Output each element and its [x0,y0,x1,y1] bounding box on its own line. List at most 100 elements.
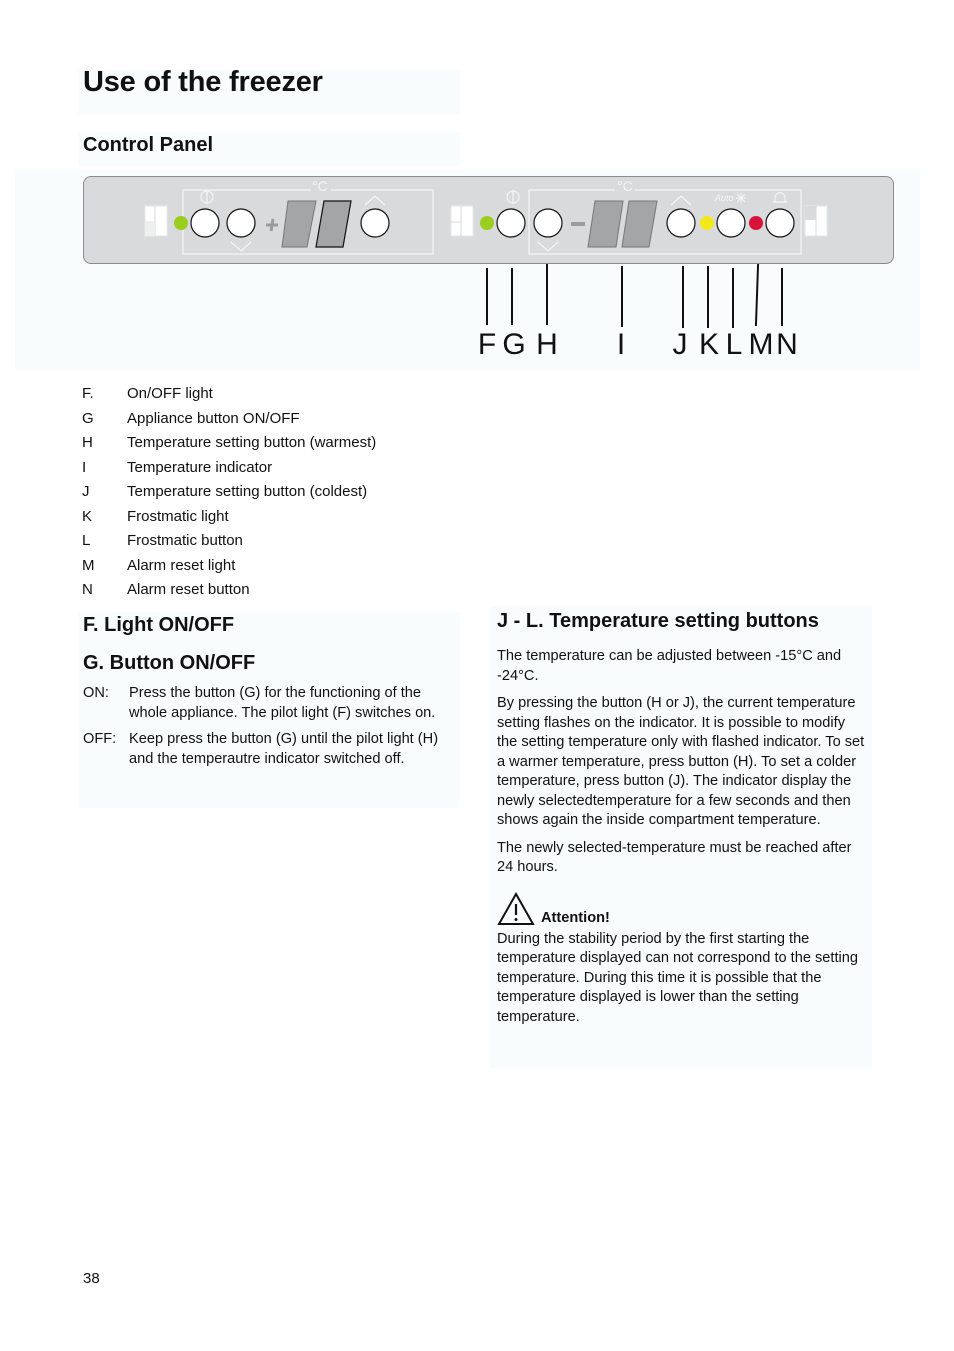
definition-key: OFF: [83,731,117,747]
temperature-range-paragraph: The temperature can be adjusted between … [497,648,842,684]
auto-label: Auto [715,193,734,203]
callout-line-J [682,266,684,328]
warmer-button-H [533,208,563,238]
plus-icon [266,218,278,232]
left-slide-switch-icon [144,205,168,237]
legend-label: Alarm reset light [127,556,236,574]
legend-key: J [82,483,90,500]
left-chevron-down-icon [230,241,252,252]
right-celsius-label: °C [617,178,633,194]
legend-label: Frostmatic light [127,507,229,525]
legend-label: Temperature setting button (coldest) [127,483,368,500]
callout-letter-F: F [477,328,497,361]
legend-key: F. [82,385,94,402]
callout-letter-G: G [502,328,526,361]
callout-line-N [781,268,783,326]
legend-item: H Temperature setting button (warmest) [82,431,376,456]
legend-item: G Appliance button ON/OFF [82,407,376,432]
middle-slide-switch-icon [450,205,474,237]
callout-letter-N: N [776,328,798,361]
legend-label: Alarm reset button [127,581,250,598]
legend-item: I Temperature indicator [82,456,376,481]
temperature-indicator-digit-1 [587,200,624,248]
right-slide-switch-icon [804,205,828,237]
control-panel-diagram: °C °C Auto [83,176,894,264]
warning-triangle-icon [497,891,535,925]
callout-letter-M: M [748,328,774,361]
colder-button-J [666,208,696,238]
legend-label: Temperature setting button (warmest) [127,434,377,451]
frostmatic-light-K [700,216,714,230]
legend-key: G [82,409,94,427]
legend-item: L Frostmatic button [82,529,376,554]
callout-labels: F G H I J K L M N [470,262,830,372]
on-definition: ON: Press the button (G) for the functio… [83,684,455,723]
left-section: F. Light ON/OFF G. Button ON/OFF ON: Pre… [83,614,455,776]
left-on-off-button [190,208,220,238]
legend-item: J Temperature setting button (coldest) [82,480,376,505]
chevron-up-icon [670,195,692,206]
legend-key: L [82,532,91,549]
legend-label: On/OFF light [127,385,213,402]
bell-icon [773,191,787,203]
callout-line-H [546,264,548,325]
snowflake-icon [736,193,746,203]
temperature-indicator-digit-2 [621,200,658,248]
legend-key: K [82,507,93,525]
page-title: Use of the freezer [83,66,323,98]
control-panel-heading: Control Panel [83,134,214,156]
legend-label: Temperature indicator [127,458,273,476]
callout-line-L [732,268,734,328]
on-off-button-G [496,208,526,238]
button-on-off-heading: G. Button ON/OFF [83,652,256,674]
frostmatic-button-L [716,208,746,238]
callout-line-F [486,268,488,325]
reach-time-paragraph: The newly selected-temperature must be r… [497,839,852,876]
left-digit-1 [281,200,317,248]
off-definition: OFF: Keep press the button (G) until the… [83,730,455,769]
legend-key: N [82,581,93,598]
attention-header: Attention! [497,891,865,926]
callout-line-M [754,263,760,327]
power-icon [506,190,520,204]
callout-line-K [707,266,709,328]
alarm-light-M [749,216,763,230]
page-number: 38 [83,1270,100,1287]
legend-label: Appliance button ON/OFF [127,409,300,427]
left-on-off-light [174,216,188,230]
left-power-icon [200,190,214,204]
temperature-setting-paragraph: By pressing the button (H or J), the cur… [497,695,865,828]
on-off-light-F [480,216,494,230]
control-panel-drawing [144,189,828,255]
alarm-reset-button-N [765,208,795,238]
left-digit-2 [315,200,352,248]
legend-key: I [82,458,87,476]
callout-letter-L: L [725,328,743,361]
temperature-buttons-heading: J - L. Temperature setting buttons [497,610,819,632]
minus-icon [571,222,585,226]
legend-label: Frostmatic button [127,532,243,549]
callout-line-G [511,268,513,325]
attention-text: During the stability period by the first… [497,930,859,1025]
legend-item: F. On/OFF light [82,382,376,407]
left-celsius-label: °C [312,178,328,194]
legend-key: H [82,434,93,451]
chevron-down-icon [537,241,559,252]
light-on-off-heading: F. Light ON/OFF [83,614,235,636]
definition-text: Keep press the button (G) until the pilo… [129,731,439,767]
callout-letter-H: H [536,328,558,361]
definition-text: Press the button (G) for the functioning… [129,685,436,721]
right-section: J - L. Temperature setting buttons The t… [497,610,865,1027]
callout-letter-J: J [672,328,688,361]
attention-label: Attention! [541,909,610,926]
left-down-button [226,208,256,238]
callout-letter-I: I [616,328,626,361]
legend-item: K Frostmatic light [82,505,376,530]
callout-line-I [621,266,623,327]
legend-item: M Alarm reset light [82,554,376,579]
legend-item: N Alarm reset button [82,578,376,603]
left-chevron-up-icon [364,195,386,206]
callout-letter-K: K [698,328,720,361]
legend-list: F. On/OFF light G Appliance button ON/OFF … [82,382,376,603]
legend-key: M [82,556,95,574]
